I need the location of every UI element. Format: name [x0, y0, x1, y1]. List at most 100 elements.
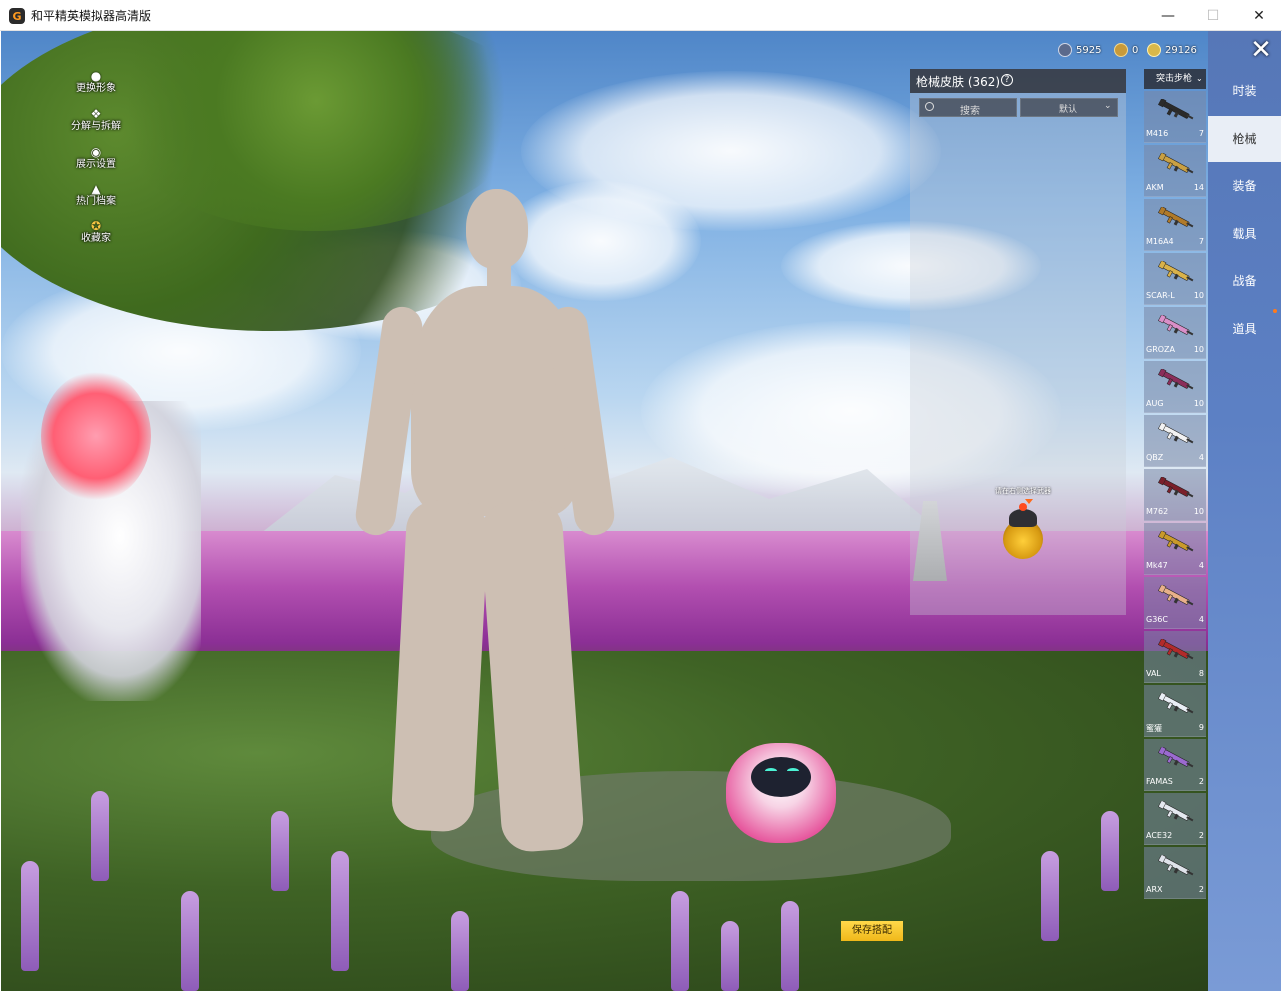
gun-name: G36C: [1146, 615, 1168, 624]
gun-item[interactable]: QBZ 4: [1144, 415, 1206, 467]
tab-item[interactable]: 战备: [1208, 258, 1281, 304]
gun-item[interactable]: ACE32 2: [1144, 793, 1206, 845]
lavender-flower: [1101, 811, 1119, 891]
chevron-down-icon: ⌄: [1104, 101, 1112, 111]
skin-panel-title: 枪械皮肤 (362): [916, 75, 1001, 89]
menu-collector[interactable]: ✪ 收藏家: [61, 219, 131, 255]
lavender-flower: [781, 901, 799, 991]
gun-item[interactable]: GROZA 10: [1144, 307, 1206, 359]
collector-badge-icon: ✪: [90, 219, 102, 233]
select-weapon-hint: 请在右侧选择武器: [995, 487, 1051, 495]
maximize-button[interactable]: ☐: [1190, 0, 1236, 31]
rifle-icon: [1158, 260, 1196, 283]
rifle-icon: [1158, 206, 1196, 229]
lavender-flower: [91, 791, 109, 881]
lavender-flower: [671, 891, 689, 991]
gun-skin-count: 4: [1198, 615, 1204, 624]
gun-name: Mk47: [1146, 561, 1168, 570]
tab-item[interactable]: 道具: [1208, 306, 1281, 352]
gold-coin-icon: [1147, 43, 1161, 57]
gun-item[interactable]: VAL 8: [1144, 631, 1206, 683]
character-left-leg: [390, 499, 490, 833]
robot-pet-eye: [765, 768, 777, 774]
tab-item[interactable]: 枪械: [1208, 115, 1281, 162]
gun-skin-count: 4: [1198, 453, 1204, 462]
rifle-icon: [1158, 800, 1196, 823]
gun-skin-count: 10: [1193, 291, 1204, 300]
gun-name: M762: [1146, 507, 1169, 516]
search-icon: [925, 102, 934, 111]
gun-item[interactable]: FAMAS 2: [1144, 739, 1206, 791]
gun-item[interactable]: M762 10: [1144, 469, 1206, 521]
rifle-icon: [1158, 152, 1196, 175]
mascot-helmet-icon: [1009, 503, 1037, 527]
gun-category-dropdown[interactable]: 突击步枪 ⌄: [1144, 69, 1206, 89]
gun-item[interactable]: M16A4 7: [1144, 199, 1206, 251]
puzzle-icon: ❖: [90, 107, 102, 121]
window-close-button[interactable]: ✕: [1236, 0, 1282, 31]
gun-skin-count: 14: [1193, 183, 1204, 192]
notification-dot: [1273, 309, 1277, 313]
window-titlebar: G 和平精英模拟器高清版 — ☐ ✕: [0, 0, 1282, 31]
gun-item[interactable]: AUG 10: [1144, 361, 1206, 413]
sort-dropdown[interactable]: 默认 ⌄: [1020, 98, 1118, 117]
rifle-icon: [1158, 476, 1196, 499]
gun-name: ARX: [1146, 885, 1163, 894]
gun-skin-count: 10: [1193, 345, 1204, 354]
gun-skin-count: 4: [1198, 561, 1204, 570]
gun-item[interactable]: AKM 14: [1144, 145, 1206, 197]
medal-coin-icon: [1114, 43, 1128, 57]
lavender-flower: [21, 861, 39, 971]
gun-skin-count: 7: [1198, 237, 1204, 246]
currency-medal: 0: [1114, 41, 1138, 59]
gun-skin-count: 10: [1193, 399, 1204, 408]
gun-item[interactable]: Mk47 4: [1144, 523, 1206, 575]
app-logo-icon: G: [9, 8, 25, 24]
menu-change-appearance[interactable]: ● 更换形象: [61, 69, 131, 105]
rifle-icon: [1158, 530, 1196, 553]
help-icon[interactable]: ?: [1001, 74, 1013, 86]
gun-skin-count: 7: [1198, 129, 1204, 138]
tab-item[interactable]: 时装: [1208, 68, 1281, 114]
flame-icon: ▲: [91, 182, 101, 196]
window-title: 和平精英模拟器高清版: [31, 9, 152, 23]
skin-search-input[interactable]: 搜索: [919, 98, 1017, 117]
gun-name: 蜜獾: [1146, 724, 1162, 733]
close-icon[interactable]: ✕: [1247, 37, 1275, 65]
minimize-button[interactable]: —: [1145, 0, 1191, 31]
tab-item[interactable]: 装备: [1208, 163, 1281, 209]
menu-hot-archive[interactable]: ▲ 热门档案: [61, 182, 131, 218]
gun-item[interactable]: M416 7: [1144, 91, 1206, 143]
lavender-flower: [331, 851, 349, 971]
menu-decompose[interactable]: ❖ 分解与拆解: [61, 107, 131, 143]
rifle-icon: [1158, 314, 1196, 337]
gun-name: AUG: [1146, 399, 1164, 408]
gun-name: AKM: [1146, 183, 1164, 192]
gun-item[interactable]: G36C 4: [1144, 577, 1206, 629]
globe-coin-icon: [1058, 43, 1072, 57]
gun-skin-count: 8: [1198, 669, 1204, 678]
rifle-icon: [1158, 854, 1196, 877]
gun-item[interactable]: 蜜獾 9: [1144, 685, 1206, 737]
gun-name: ACE32: [1146, 831, 1173, 840]
currency-gold: 29126: [1147, 41, 1197, 59]
game-viewport[interactable]: ● 更换形象 ❖ 分解与拆解 ◉ 展示设置 ▲ 热门档案 ✪ 收藏家 5925 …: [1, 31, 1281, 991]
rifle-icon: [1158, 638, 1196, 661]
gun-item[interactable]: ARX 2: [1144, 847, 1206, 899]
gun-name: M16A4: [1146, 237, 1174, 246]
gun-skin-count: 9: [1198, 723, 1204, 732]
rifle-icon: [1158, 692, 1196, 715]
chevron-down-icon: ⌄: [1196, 74, 1203, 83]
robot-pet-face: [751, 757, 811, 797]
rifle-icon: [1158, 746, 1196, 769]
gun-item[interactable]: SCAR-L 10: [1144, 253, 1206, 305]
hint-pointer-icon: [1025, 499, 1033, 504]
menu-display-settings[interactable]: ◉ 展示设置: [61, 145, 131, 181]
tab-item[interactable]: 载具: [1208, 211, 1281, 257]
rifle-icon: [1158, 422, 1196, 445]
currency-globe: 5925: [1058, 41, 1101, 59]
save-outfit-button[interactable]: 保存搭配: [841, 921, 903, 941]
skin-panel-header: 枪械皮肤 (362) ?: [910, 69, 1126, 93]
rifle-icon: [1158, 584, 1196, 607]
gun-skin-count: 2: [1198, 885, 1204, 894]
